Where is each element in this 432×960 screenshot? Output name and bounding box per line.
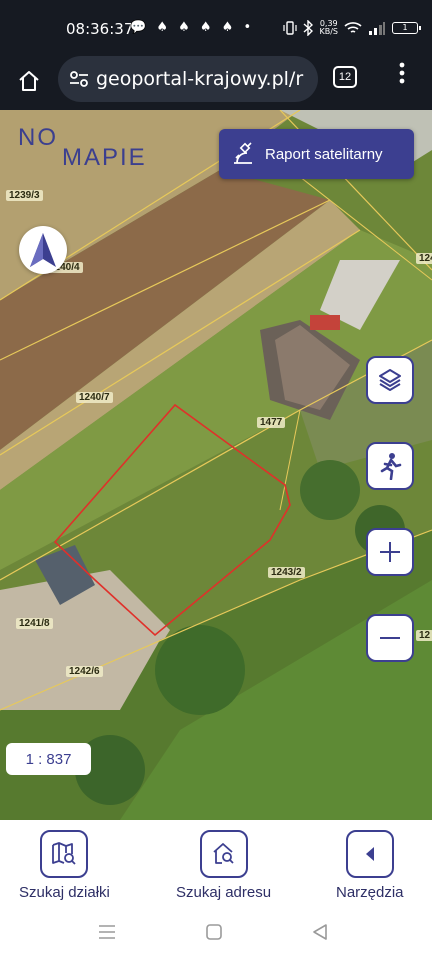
layers-icon — [379, 369, 401, 391]
parcel-label: 1477 — [257, 417, 286, 428]
compass-button[interactable] — [19, 226, 67, 274]
status-indicators: 0,39 KB/S 1 — [283, 18, 421, 38]
map-scale: 1 : 837 — [6, 743, 91, 775]
signal-icon — [369, 22, 385, 35]
walking-person-icon — [380, 453, 402, 480]
parcel-label: 1242/6 — [66, 666, 103, 677]
home-search-icon — [212, 843, 234, 864]
zoom-in-button[interactable] — [366, 528, 414, 576]
menu-lines-icon — [99, 925, 115, 939]
map-search-icon — [52, 842, 77, 865]
parcel-label: 124 — [416, 253, 432, 264]
notification-icons: 💬 ♠ ♠ ♠ ♠ • — [130, 20, 255, 35]
browser-toolbar: geoportal-krajowy.pl/r 12 — [0, 56, 432, 110]
home-nav-button[interactable] — [206, 924, 222, 945]
search-parcel-button[interactable]: Szukaj działki — [19, 830, 110, 901]
search-address-button[interactable]: Szukaj adresu — [176, 830, 271, 901]
square-icon — [206, 924, 222, 940]
parcel-label: 12 — [416, 630, 432, 641]
street-view-button[interactable] — [366, 442, 414, 490]
back-triangle-icon — [313, 924, 327, 940]
parcel-label: 1241/8 — [16, 618, 53, 629]
parcel-label: 1239/3 — [6, 190, 43, 201]
battery-icon: 1 — [392, 22, 421, 34]
layers-button[interactable] — [366, 356, 414, 404]
plus-icon — [380, 542, 400, 562]
menu-button[interactable] — [392, 62, 412, 92]
net-speed: 0,39 KB/S — [319, 19, 338, 36]
address-bar[interactable]: geoportal-krajowy.pl/r — [58, 56, 318, 102]
home-button[interactable] — [14, 66, 44, 96]
na-mapie-logo: NO MAPIE — [18, 124, 147, 171]
chevron-left-icon — [365, 847, 374, 861]
site-settings-icon — [70, 71, 88, 87]
minus-icon — [380, 637, 400, 639]
back-button[interactable] — [312, 924, 328, 945]
home-icon — [19, 71, 39, 91]
zoom-out-button[interactable] — [366, 614, 414, 662]
parcel-label: 1240/7 — [76, 392, 113, 403]
url-text: geoportal-krajowy.pl/r — [96, 68, 304, 90]
satellite-icon — [234, 142, 252, 164]
status-time: 08:36:37 — [66, 20, 134, 38]
tools-button[interactable]: Narzędzia — [336, 830, 404, 901]
more-vert-icon — [399, 62, 405, 84]
status-bar: 08:36:37 💬 ♠ ♠ ♠ ♠ • 0,39 KB/S 1 — [0, 0, 432, 56]
north-arrow-icon — [30, 233, 56, 267]
tools-label: Narzędzia — [336, 884, 404, 901]
satellite-report-button[interactable]: Raport satelitarny — [219, 129, 414, 179]
search-parcel-label: Szukaj działki — [19, 884, 110, 901]
bluetooth-icon — [304, 20, 314, 36]
tabs-button[interactable]: 12 — [333, 66, 357, 88]
wifi-icon — [344, 22, 362, 33]
parcel-label: 1243/2 — [268, 567, 305, 578]
bottom-navigation: Szukaj działki Szukaj adresu Narzędzia — [0, 820, 432, 910]
search-address-label: Szukaj adresu — [176, 884, 272, 901]
recent-apps-button[interactable] — [98, 924, 116, 945]
vibrate-icon — [283, 21, 298, 35]
system-navigation-bar — [0, 910, 432, 960]
satellite-report-label: Raport satelitarny — [265, 145, 383, 163]
